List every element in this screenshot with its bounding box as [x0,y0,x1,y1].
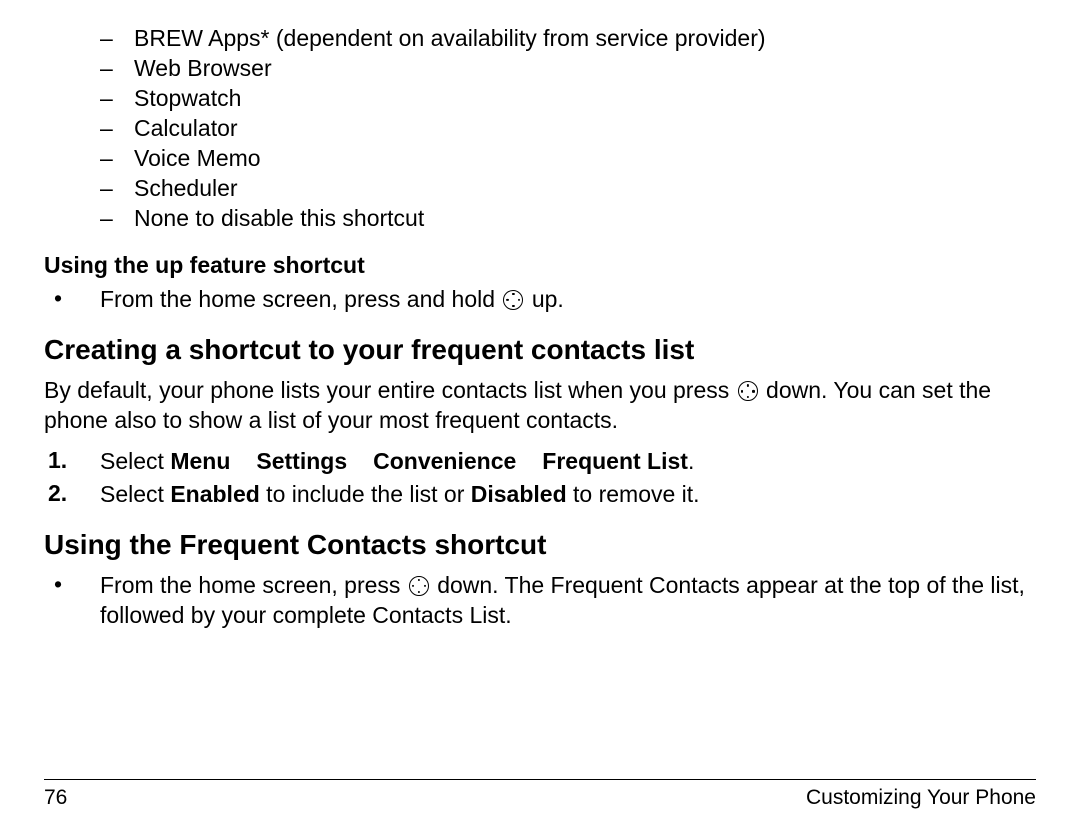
navkey-icon [503,290,523,310]
bold-text: Enabled [170,481,259,507]
menu-path-item: Frequent List [542,448,688,474]
bullet-marker: • [44,571,100,598]
dash-marker: – [100,25,134,52]
menu-path-item: Convenience [373,448,516,474]
numbered-list: 1. Select Menu Settings Convenience Frequen… [44,447,1036,509]
list-item: –Stopwatch [100,85,1036,112]
text-fragment: From the home screen, press and hold [100,286,501,312]
heading-create-shortcut: Creating a shortcut to your frequent con… [44,334,1036,366]
section-title: Customizing Your Phone [806,786,1036,810]
heading-using-frequent: Using the Frequent Contacts shortcut [44,529,1036,561]
list-item: 1. Select Menu Settings Convenience Frequen… [44,447,1036,476]
list-item-text: Select Menu Settings Convenience Frequent L… [100,447,1036,476]
list-item-text: Web Browser [134,55,1036,82]
list-item-text: Select Enabled to include the list or Di… [100,480,1036,509]
text-fragment: up. [532,286,564,312]
list-item: • From the home screen, press and hold u… [44,285,1036,314]
bullet-marker: • [44,285,100,312]
list-item: –Voice Memo [100,145,1036,172]
list-item-text: BREW Apps* (dependent on availability fr… [134,25,1036,52]
bullet-list: • From the home screen, press down. The … [44,571,1036,630]
bullet-list: • From the home screen, press and hold u… [44,285,1036,314]
text-fragment: Select [100,481,170,507]
text-fragment: Select [100,448,170,474]
footer-row: 76 Customizing Your Phone [44,780,1036,834]
dash-list: –BREW Apps* (dependent on availability f… [100,25,1036,232]
bold-text: Disabled [471,481,567,507]
list-item: • From the home screen, press down. The … [44,571,1036,630]
list-item-text: None to disable this shortcut [134,205,1036,232]
list-item: –Calculator [100,115,1036,142]
text-fragment: From the home screen, press [100,572,407,598]
list-item-text: Scheduler [134,175,1036,202]
manual-page: –BREW Apps* (dependent on availability f… [0,0,1080,834]
menu-path-item: Settings [256,448,347,474]
list-item: 2. Select Enabled to include the list or… [44,480,1036,509]
dash-marker: – [100,145,134,172]
step-number: 1. [44,447,100,474]
subheading-up-shortcut: Using the up feature shortcut [44,252,1036,279]
navkey-icon [738,381,758,401]
list-item-text: From the home screen, press down. The Fr… [100,571,1036,630]
dash-marker: – [100,85,134,112]
dash-marker: – [100,205,134,232]
list-item: –None to disable this shortcut [100,205,1036,232]
list-item-text: Voice Memo [134,145,1036,172]
text-fragment: By default, your phone lists your entire… [44,377,736,403]
paragraph: By default, your phone lists your entire… [44,376,1036,435]
menu-path-item: Menu [170,448,230,474]
dash-marker: – [100,175,134,202]
text-fragment: to include the list or [260,481,471,507]
page-content: –BREW Apps* (dependent on availability f… [44,22,1036,769]
list-item: –Scheduler [100,175,1036,202]
step-number: 2. [44,480,100,507]
text-fragment: . [688,448,694,474]
dash-marker: – [100,55,134,82]
navkey-icon [409,576,429,596]
page-footer: 76 Customizing Your Phone [44,769,1036,834]
list-item-text: From the home screen, press and hold up. [100,285,1036,314]
page-number: 76 [44,786,67,810]
list-item: –Web Browser [100,55,1036,82]
list-item: –BREW Apps* (dependent on availability f… [100,25,1036,52]
list-item-text: Calculator [134,115,1036,142]
list-item-text: Stopwatch [134,85,1036,112]
dash-marker: – [100,115,134,142]
text-fragment: to remove it. [567,481,700,507]
